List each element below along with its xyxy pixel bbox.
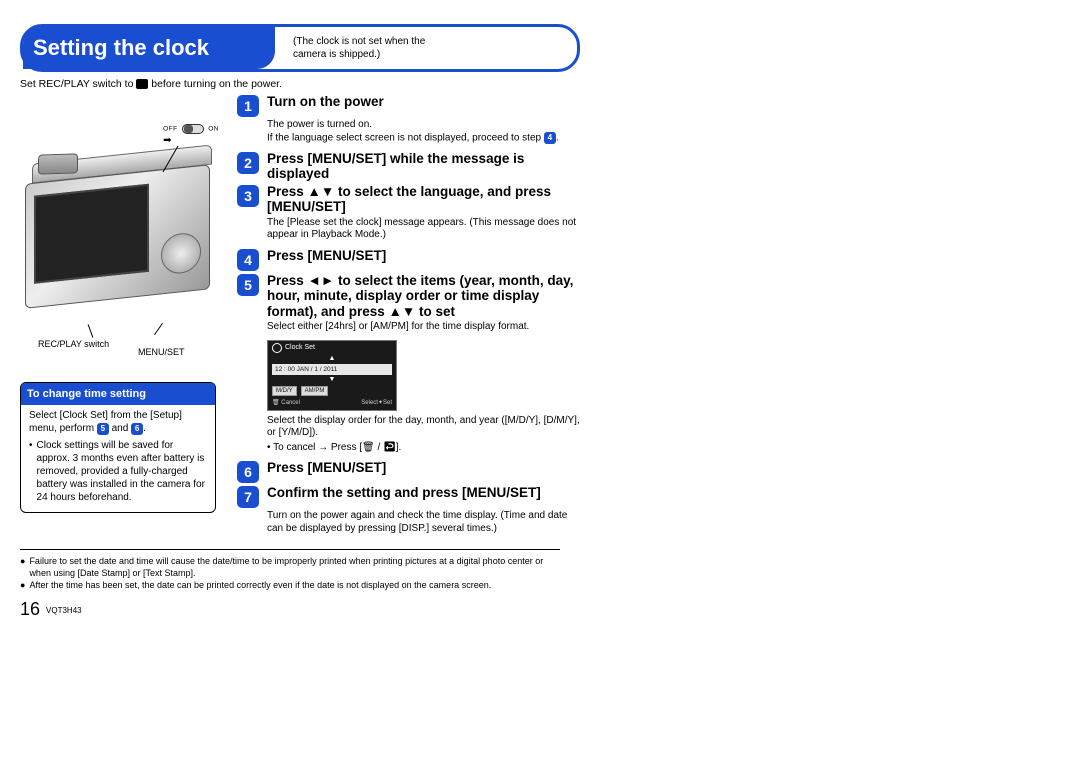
step-badge-6-icon: 6 xyxy=(131,423,143,435)
infobox-line1-end: . xyxy=(143,423,146,434)
recplay-switch-label: REC/PLAY switch xyxy=(38,339,109,349)
step-1-body-line2-pre: If the language select screen is not dis… xyxy=(267,132,544,143)
power-arrow-icon: ➡ xyxy=(163,135,219,146)
step-num-3: 3 xyxy=(237,185,259,207)
menuset-button-label: MENU/SET xyxy=(138,347,185,357)
step-1-body-line1: The power is turned on. xyxy=(267,119,372,130)
step-1-title: Turn on the power xyxy=(267,94,384,117)
step-2: 2 Press [MENU/SET] while the message is … xyxy=(237,151,580,182)
infobox-line1: Select [Clock Set] from the [Setup] menu… xyxy=(29,409,207,435)
step-6-title: Press [MENU/SET] xyxy=(267,460,386,483)
after-ui-note: Select the display order for the day, mo… xyxy=(267,415,580,440)
step-4-title: Press [MENU/SET] xyxy=(267,248,386,271)
change-time-infobox: To change time setting Select [Clock Set… xyxy=(20,382,216,513)
step-num-6: 6 xyxy=(237,461,259,483)
step-5: 5 Press ◄► to select the items (year, mo… xyxy=(237,273,580,320)
step-6: 6 Press [MENU/SET] xyxy=(237,460,580,483)
on-label: ON xyxy=(208,126,219,133)
page-number: 16 VQT3H43 xyxy=(20,599,82,620)
step-badge-5-icon: 5 xyxy=(97,423,109,435)
clockset-down-icon: ▼ xyxy=(268,376,396,384)
footnote-1: Failure to set the date and time will ca… xyxy=(29,556,550,579)
clockset-select: Select xyxy=(361,400,378,406)
step-num-1: 1 xyxy=(237,95,259,117)
step-1-body: The power is turned on. If the language … xyxy=(267,119,580,145)
step-7-body: Turn on the power again and check the ti… xyxy=(267,510,580,535)
infobox-bullet-text: Clock settings will be saved for approx.… xyxy=(37,439,207,504)
subtitle-line2: camera is shipped.) xyxy=(293,49,380,60)
clockset-mdy-button: M/D/Y xyxy=(272,386,297,396)
infobox-bullet: • Clock settings will be saved for appro… xyxy=(29,439,207,504)
step-3-body: The [Please set the clock] message appea… xyxy=(267,217,580,242)
intro-line: Set REC/PLAY switch to before turning on… xyxy=(20,78,580,90)
power-switch-label: OFF ON ➡ xyxy=(163,124,219,146)
off-label: OFF xyxy=(163,126,178,133)
infobox-title: To change time setting xyxy=(21,383,215,405)
step-num-5: 5 xyxy=(237,274,259,296)
step-4: 4 Press [MENU/SET] xyxy=(237,248,580,271)
camera-mode-icon xyxy=(136,79,148,89)
step-2-title: Press [MENU/SET] while the message is di… xyxy=(267,151,580,182)
intro-post: before turning on the power. xyxy=(148,78,282,90)
infobox-line1-mid: and xyxy=(109,423,131,434)
step-1-body-line2-post: . xyxy=(556,132,559,143)
divider xyxy=(20,549,560,550)
clockset-cancel: Cancel xyxy=(281,400,300,406)
clockset-title: Clock Set xyxy=(268,341,396,355)
bullet-icon: • xyxy=(29,439,33,504)
section-subtitle: (The clock is not set when the camera is… xyxy=(293,35,493,61)
step-num-7: 7 xyxy=(237,486,259,508)
page-number-value: 16 xyxy=(20,599,40,619)
clockset-screenshot: Clock Set ▲ 12 : 00 JAN / 1 / 2011 ▼ M/D… xyxy=(267,340,397,411)
after-ui-bullet: To cancel → Press [🗑 / ↩]. xyxy=(273,442,401,453)
power-switch-icon xyxy=(182,124,204,134)
clockset-up-icon: ▲ xyxy=(268,355,396,363)
footnotes: ●Failure to set the date and time will c… xyxy=(20,556,550,591)
step-3-title: Press ▲▼ to select the language, and pre… xyxy=(267,184,580,215)
clockset-ampm-button: AM/PM xyxy=(301,386,329,396)
step-badge-4-icon: 4 xyxy=(544,132,556,144)
clockset-date-row: 12 : 00 JAN / 1 / 2011 xyxy=(272,364,392,375)
step-7: 7 Confirm the setting and press [MENU/SE… xyxy=(237,485,580,508)
step-3: 3 Press ▲▼ to select the language, and p… xyxy=(237,184,580,215)
section-title: Setting the clock xyxy=(23,27,275,69)
footnote-2: After the time has been set, the date ca… xyxy=(29,580,491,591)
section-header: Setting the clock (The clock is not set … xyxy=(20,24,580,72)
subtitle-line1: (The clock is not set when the xyxy=(293,36,425,47)
page-code: VQT3H43 xyxy=(46,606,82,615)
clockset-set: Set xyxy=(383,400,392,406)
step-5-title: Press ◄► to select the items (year, mont… xyxy=(267,273,580,320)
step-num-2: 2 xyxy=(237,152,259,174)
step-1: 1 Turn on the power xyxy=(237,94,580,117)
step-5-body: Select either [24hrs] or [AM/PM] for the… xyxy=(267,321,580,334)
step-num-4: 4 xyxy=(237,249,259,271)
bullet-icon: ● xyxy=(20,580,25,591)
intro-pre: Set REC/PLAY switch to xyxy=(20,78,136,90)
camera-illustration: OFF ON ➡ REC/PLAY switch MENU/SET xyxy=(20,94,225,334)
step-7-title: Confirm the setting and press [MENU/SET] xyxy=(267,485,541,508)
bullet-icon: ● xyxy=(20,556,25,579)
